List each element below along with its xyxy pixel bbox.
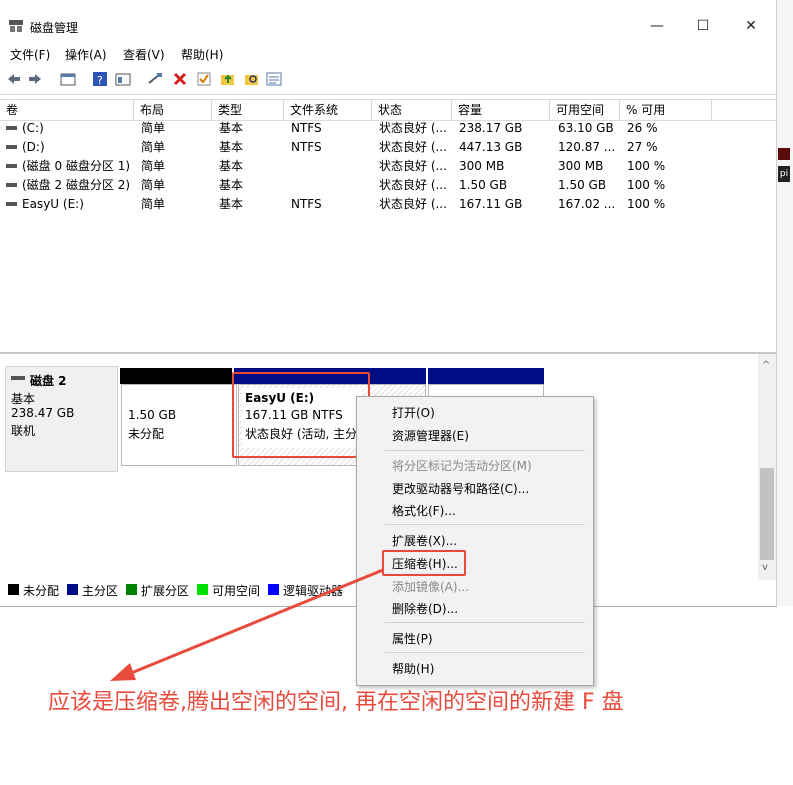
annotation-caption: 应该是压缩卷,腾出空闲的空间, 再在空闲的空间的新建 F 盘 — [48, 690, 624, 715]
annotation-arrow — [110, 568, 384, 681]
